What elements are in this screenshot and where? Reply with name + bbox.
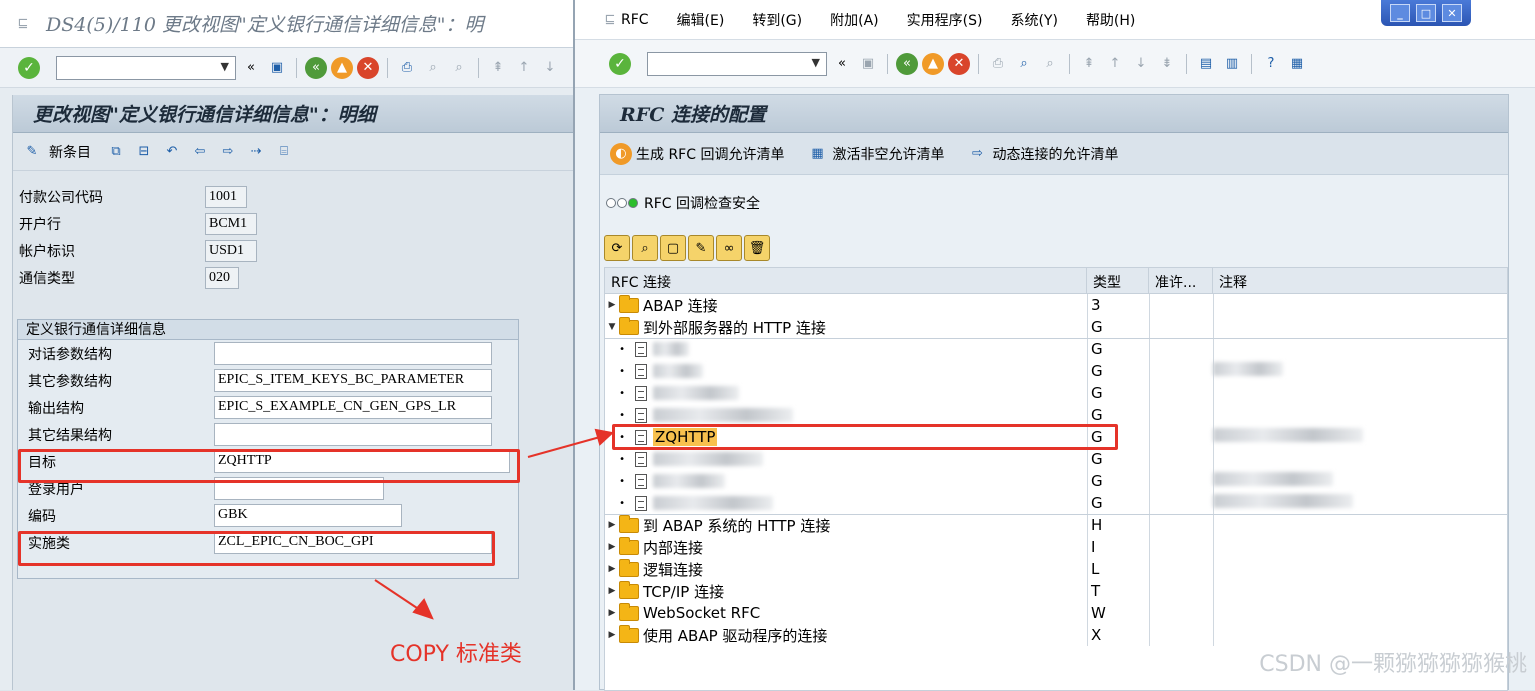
arrow-to-rfc-head <box>594 428 615 446</box>
copy-standard-class-annotation: COPY 标准类 <box>390 642 522 667</box>
arrow-to-rfc-line <box>527 436 601 458</box>
arrow-copy-line <box>374 579 421 611</box>
arrow-copy-head <box>412 598 434 620</box>
csdn-watermark: CSDN @一颗猕猕猕猕猴桃 <box>1259 652 1527 677</box>
annotation-arrows <box>374 428 615 620</box>
